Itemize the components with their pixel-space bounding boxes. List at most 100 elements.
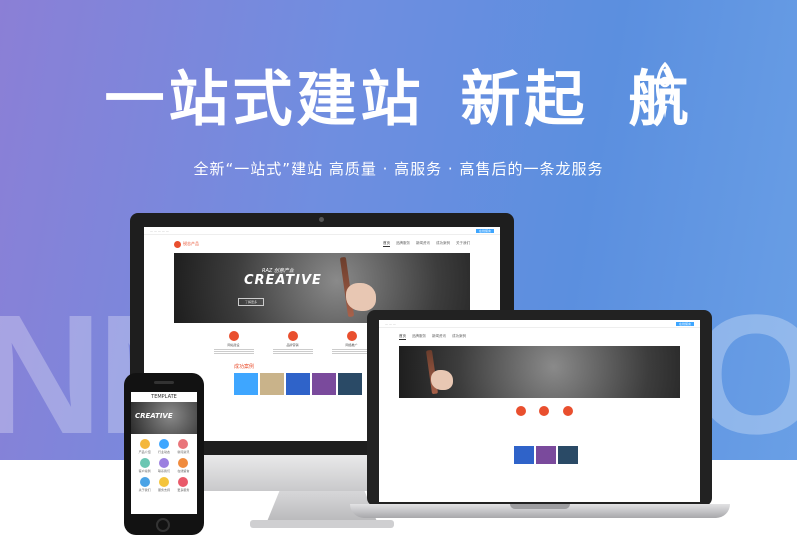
headline-part-2: 新起 — [460, 65, 589, 135]
laptop-nav-news[interactable]: 新闻资讯 — [432, 334, 446, 340]
monitor-foot — [250, 520, 394, 528]
feature-icon — [563, 406, 574, 416]
mock-topbar-button[interactable]: 在线留言 — [475, 228, 494, 233]
feature-icon — [287, 331, 298, 341]
phone-menu-item[interactable]: 新闻资讯 — [176, 439, 191, 454]
case-thumbnail[interactable] — [286, 373, 310, 395]
mock-navbar: 锐志产品 首页 品牌服务 新闻资讯 成功案例 关于我们 — [144, 235, 500, 253]
case-thumbnail[interactable] — [312, 373, 336, 395]
laptop-feature[interactable] — [515, 406, 526, 416]
mock-nav: 首页 品牌服务 新闻资讯 成功案例 关于我们 — [383, 241, 470, 247]
laptop-nav-cases[interactable]: 成功案例 — [452, 334, 466, 340]
menu-icon — [178, 439, 189, 449]
laptop-nav: 首页 品牌服务 新闻资讯 成功案例 — [399, 334, 466, 340]
smartphone: TEMPLATE CREATIVE 产品介绍 行业动态 新闻资讯 客户案例 联系… — [124, 373, 204, 535]
laptop-topbar-button[interactable]: 在线留言 — [675, 321, 694, 326]
menu-label: 在线留言 — [177, 469, 190, 473]
menu-label: 新闻资讯 — [177, 450, 190, 454]
phone-menu-item[interactable]: 产品介绍 — [137, 439, 152, 454]
menu-icon — [158, 439, 169, 449]
phone-speaker — [154, 381, 174, 384]
phone-banner-text: CREATIVE — [135, 412, 173, 420]
case-thumbnail[interactable] — [514, 446, 534, 464]
phone-header: TEMPLATE — [131, 392, 197, 402]
menu-label: 行业动态 — [157, 450, 170, 454]
laptop-banner — [399, 346, 680, 398]
banner-button[interactable]: 了解更多 — [238, 298, 265, 306]
phone-home-button[interactable] — [156, 518, 170, 532]
feature-label: 网站建设 — [227, 343, 240, 347]
phone-menu-item[interactable]: 服务支持 — [156, 477, 171, 492]
mock-topbar: — — — — — 在线留言 — [144, 227, 500, 235]
feature-icon — [539, 406, 550, 416]
feature-label: 品牌营销 — [286, 343, 299, 347]
laptop-features — [509, 406, 580, 416]
laptop-notch — [510, 504, 570, 509]
nav-item-brand[interactable]: 品牌服务 — [396, 241, 410, 247]
phone-menu-grid: 产品介绍 行业动态 新闻资讯 客户案例 联系我们 在线留言 关于我们 服务支持 … — [131, 434, 197, 497]
feature-item[interactable]: 网站建设 — [213, 331, 254, 355]
phone-menu-item[interactable]: 客户案例 — [137, 458, 152, 473]
menu-icon — [139, 458, 150, 468]
logo-text: 锐志产品 — [183, 241, 199, 246]
feature-desc — [213, 349, 254, 355]
menu-label: 客户案例 — [138, 469, 151, 473]
laptop-topbar-text: — — — — [385, 321, 396, 326]
phone-page: TEMPLATE CREATIVE 产品介绍 行业动态 新闻资讯 客户案例 联系… — [131, 392, 197, 514]
case-thumbnail[interactable] — [558, 446, 578, 464]
phone-screen: TEMPLATE CREATIVE 产品介绍 行业动态 新闻资讯 客户案例 联系… — [131, 392, 197, 514]
feature-label: 网络推广 — [345, 343, 358, 347]
laptop-topbar: — — — 在线留言 — [379, 320, 700, 328]
phone-menu-item[interactable]: 更多服务 — [176, 477, 191, 492]
case-thumbnail[interactable] — [260, 373, 284, 395]
laptop-navbar: 首页 品牌服务 新闻资讯 成功案例 — [379, 328, 700, 346]
menu-icon — [178, 477, 189, 487]
case-thumbnail[interactable] — [338, 373, 362, 395]
laptop-feature[interactable] — [539, 406, 550, 416]
menu-label: 更多服务 — [177, 488, 190, 492]
feature-desc — [331, 349, 372, 355]
menu-label: 产品介绍 — [138, 450, 151, 454]
phone-menu-item[interactable]: 在线留言 — [176, 458, 191, 473]
feature-desc — [272, 349, 313, 355]
laptop-hand-image — [431, 370, 453, 390]
nav-item-cases[interactable]: 成功案例 — [436, 241, 450, 247]
feature-item[interactable]: 网络推广 — [331, 331, 372, 355]
menu-icon — [178, 458, 189, 468]
menu-icon — [158, 458, 169, 468]
case-thumbnail[interactable] — [536, 446, 556, 464]
phone-menu-item[interactable]: 行业动态 — [156, 439, 171, 454]
laptop-feature[interactable] — [563, 406, 574, 416]
menu-icon — [139, 439, 150, 449]
headline-part-1: 一站式建站 — [104, 65, 425, 135]
laptop-cases — [514, 446, 700, 464]
menu-label: 服务支持 — [157, 488, 170, 492]
mock-topbar-text: — — — — — — [150, 228, 169, 233]
hand-image — [346, 283, 376, 311]
phone-menu-item[interactable]: 关于我们 — [137, 477, 152, 492]
menu-icon — [158, 477, 169, 487]
menu-icon — [139, 477, 150, 487]
camera-dot — [319, 217, 324, 222]
rocket-icon — [653, 62, 677, 118]
hero-subline: 全新“一站式”建站 高质量 · 高服务 · 高售后的一条龙服务 — [193, 160, 604, 178]
banner-title: CREATIVE — [244, 273, 322, 288]
laptop-screen: — — — 在线留言 首页 品牌服务 新闻资讯 成功案例 — [379, 320, 700, 502]
phone-menu-item[interactable]: 联系我们 — [156, 458, 171, 473]
feature-icon — [228, 331, 239, 341]
menu-label: 关于我们 — [138, 488, 151, 492]
laptop-nav-brand[interactable]: 品牌服务 — [412, 334, 426, 340]
laptop: — — — 在线留言 首页 品牌服务 新闻资讯 成功案例 — [367, 310, 712, 506]
case-thumbnail[interactable] — [234, 373, 258, 395]
menu-label: 联系我们 — [157, 469, 170, 473]
feature-item[interactable]: 品牌营销 — [272, 331, 313, 355]
laptop-nav-home[interactable]: 首页 — [399, 334, 406, 340]
phone-banner: CREATIVE — [131, 402, 197, 434]
nav-item-about[interactable]: 关于我们 — [456, 241, 470, 247]
logo-icon — [174, 240, 181, 248]
mock-logo[interactable]: 锐志产品 — [174, 240, 199, 248]
feature-icon — [515, 406, 526, 416]
nav-item-news[interactable]: 新闻资讯 — [416, 241, 430, 247]
nav-item-home[interactable]: 首页 — [383, 241, 390, 247]
feature-icon — [346, 331, 357, 341]
